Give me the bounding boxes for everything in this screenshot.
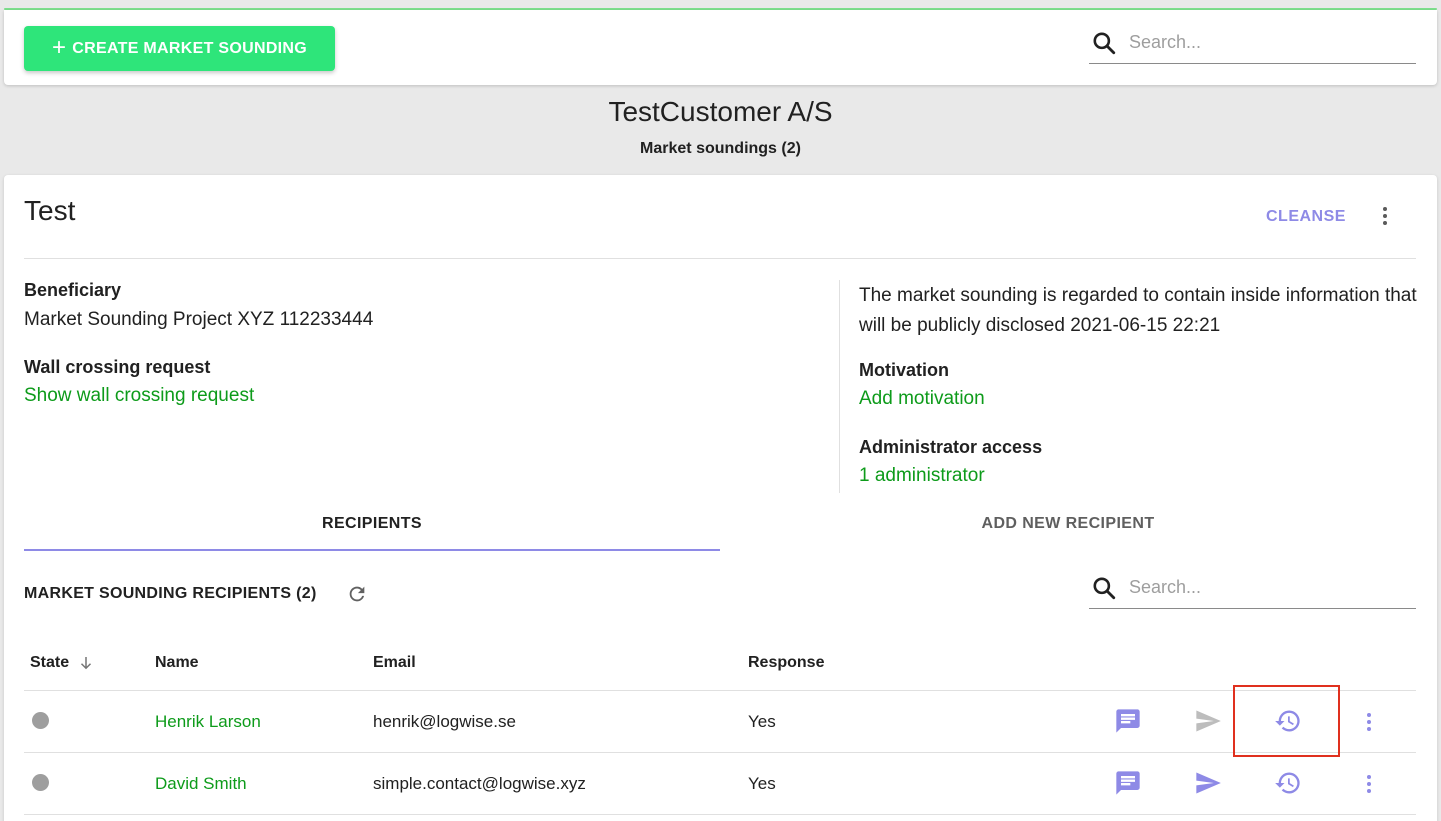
recipient-name-link[interactable]: Henrik Larson [155,712,261,732]
history-highlight-box [1233,685,1340,757]
state-column-header[interactable]: State [30,654,95,672]
send-icon[interactable] [1192,705,1224,737]
row-divider [24,814,1416,815]
state-header-label: State [30,654,70,671]
top-toolbar: + CREATE MARKET SOUNDING [4,10,1437,85]
history-icon[interactable] [1272,767,1304,799]
page-header: TestCustomer A/S Market soundings (2) [0,96,1441,158]
show-wall-crossing-link[interactable]: Show wall crossing request [24,385,254,407]
global-search [1089,22,1416,64]
sounding-title: Test [24,195,76,226]
state-indicator [32,774,49,791]
soundings-count: Market soundings (2) [640,140,801,157]
wall-crossing-label: Wall crossing request [24,357,211,377]
message-icon[interactable] [1112,705,1144,737]
customer-name: TestCustomer A/S [608,96,833,127]
recipient-response: Yes [748,712,776,731]
recipient-email: simple.contact@logwise.xyz [373,774,586,793]
response-column-header[interactable]: Response [748,654,824,672]
more-vert-icon[interactable] [1382,207,1388,225]
recipient-name-link[interactable]: David Smith [155,774,247,794]
name-column-header[interactable]: Name [155,654,199,672]
inside-information-text: The market sounding is regarded to conta… [859,285,1417,336]
row-divider [24,752,1416,753]
search-icon [1093,31,1116,54]
search-icon [1093,576,1116,599]
more-vert-icon[interactable] [1366,713,1372,731]
email-column-header[interactable]: Email [373,654,416,672]
refresh-icon[interactable] [346,583,368,605]
recipients-search-input[interactable] [1129,577,1389,598]
beneficiary-label: Beneficiary [24,280,122,300]
motivation-label: Motivation [859,360,949,380]
tab-recipients[interactable]: RECIPIENTS [24,515,720,533]
state-indicator [32,712,49,729]
global-search-input[interactable] [1129,32,1389,53]
create-market-sounding-button[interactable]: + CREATE MARKET SOUNDING [24,26,335,71]
market-sounding-card: Test CLEANSE Beneficiary Market Sounding… [4,175,1437,821]
plus-icon: + [51,33,67,61]
beneficiary-value: Market Sounding Project XYZ 112233444 [24,309,374,330]
header-row-divider [24,690,1416,691]
add-motivation-link[interactable]: Add motivation [859,388,985,410]
more-vert-icon[interactable] [1366,775,1372,793]
send-icon[interactable] [1192,767,1224,799]
message-icon[interactable] [1112,767,1144,799]
administrators-link[interactable]: 1 administrator [859,465,985,487]
card-divider [24,258,1416,259]
active-tab-indicator [24,549,720,551]
recipients-section-title: MARKET SOUNDING RECIPIENTS (2) [24,585,317,602]
cleanse-button[interactable]: CLEANSE [1266,208,1346,226]
tab-add-new-recipient[interactable]: ADD NEW RECIPIENT [720,515,1416,533]
create-button-label: CREATE MARKET SOUNDING [72,39,308,57]
column-separator [839,280,840,493]
arrow-down-icon [81,657,92,670]
top-accent-line [0,0,1441,10]
recipient-response: Yes [748,774,776,793]
administrator-access-label: Administrator access [859,437,1043,457]
recipients-search [1089,567,1416,609]
recipient-email: henrik@logwise.se [373,712,516,731]
